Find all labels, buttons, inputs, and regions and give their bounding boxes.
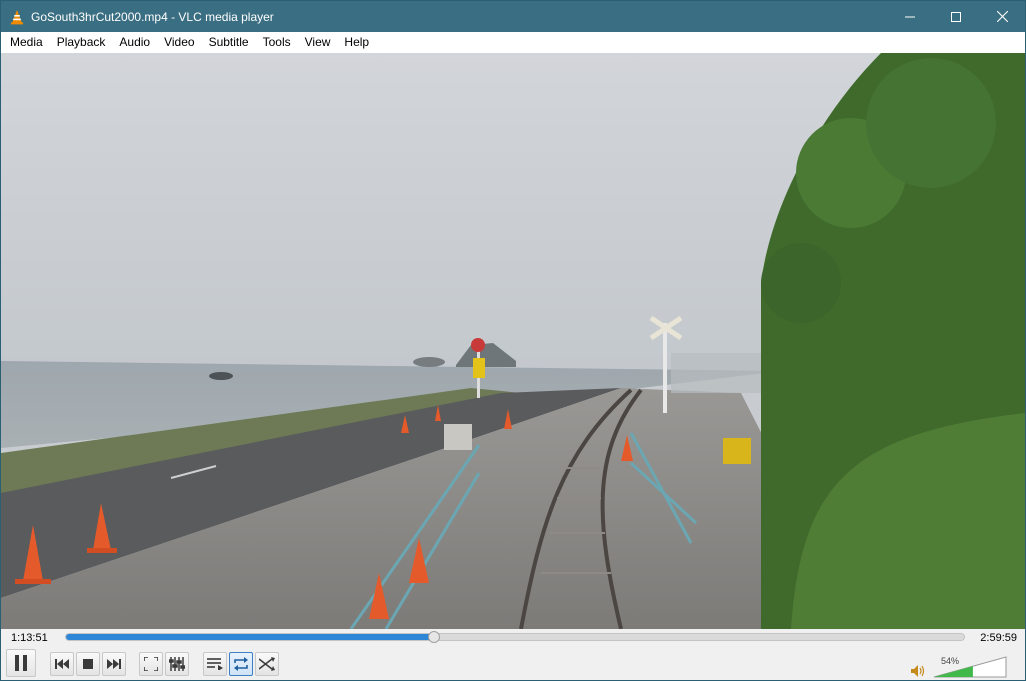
total-time[interactable]: 2:59:59 (980, 632, 1017, 644)
shuffle-icon (259, 657, 275, 671)
close-icon (996, 11, 1008, 22)
volume-slider[interactable] (933, 656, 1007, 678)
window-title: GoSouth3hrCut2000.mp4 - VLC media player (31, 9, 274, 24)
video-frame[interactable] (1, 53, 1025, 629)
menu-view[interactable]: View (298, 32, 338, 53)
loop-button[interactable] (229, 652, 253, 676)
menu-video[interactable]: Video (157, 32, 201, 53)
seek-progress (66, 634, 435, 640)
playlist-button[interactable] (203, 652, 227, 676)
extended-settings-button[interactable] (165, 652, 189, 676)
seek-row: 1:13:51 2:59:59 (1, 629, 1025, 647)
menu-media[interactable]: Media (3, 32, 50, 53)
maximize-icon (951, 11, 961, 22)
maximize-button[interactable] (933, 1, 979, 32)
menu-playback[interactable]: Playback (50, 32, 113, 53)
menu-audio[interactable]: Audio (112, 32, 157, 53)
loop-icon (234, 657, 248, 671)
vlc-window: GoSouth3hrCut2000.mp4 - VLC media player… (0, 0, 1026, 681)
control-bar: 54% (1, 647, 1025, 680)
seek-handle[interactable] (428, 631, 440, 643)
shuffle-button[interactable] (255, 652, 279, 676)
menu-bar: Media Playback Audio Video Subtitle Tool… (1, 32, 1025, 53)
menu-tools[interactable]: Tools (256, 32, 298, 53)
stop-icon (83, 659, 93, 669)
stop-button[interactable] (76, 652, 100, 676)
close-button[interactable] (979, 1, 1025, 32)
next-icon (107, 659, 121, 669)
title-bar[interactable]: GoSouth3hrCut2000.mp4 - VLC media player (1, 1, 1025, 32)
window-controls (887, 1, 1025, 32)
fullscreen-button[interactable] (139, 652, 163, 676)
fullscreen-icon (144, 657, 158, 671)
pause-button[interactable] (6, 649, 36, 677)
vlc-cone-icon (9, 9, 25, 25)
speaker-icon[interactable] (911, 665, 925, 677)
menu-subtitle[interactable]: Subtitle (202, 32, 256, 53)
seek-bar[interactable] (65, 633, 965, 641)
extended-settings-icon (169, 657, 185, 671)
next-button[interactable] (102, 652, 126, 676)
minimize-icon (905, 16, 915, 17)
menu-help[interactable]: Help (337, 32, 376, 53)
pause-icon (15, 655, 27, 671)
playlist-icon (207, 658, 223, 670)
video-scene (1, 53, 1025, 629)
previous-icon (55, 659, 69, 669)
minimize-button[interactable] (887, 1, 933, 32)
elapsed-time[interactable]: 1:13:51 (11, 632, 48, 644)
previous-button[interactable] (50, 652, 74, 676)
